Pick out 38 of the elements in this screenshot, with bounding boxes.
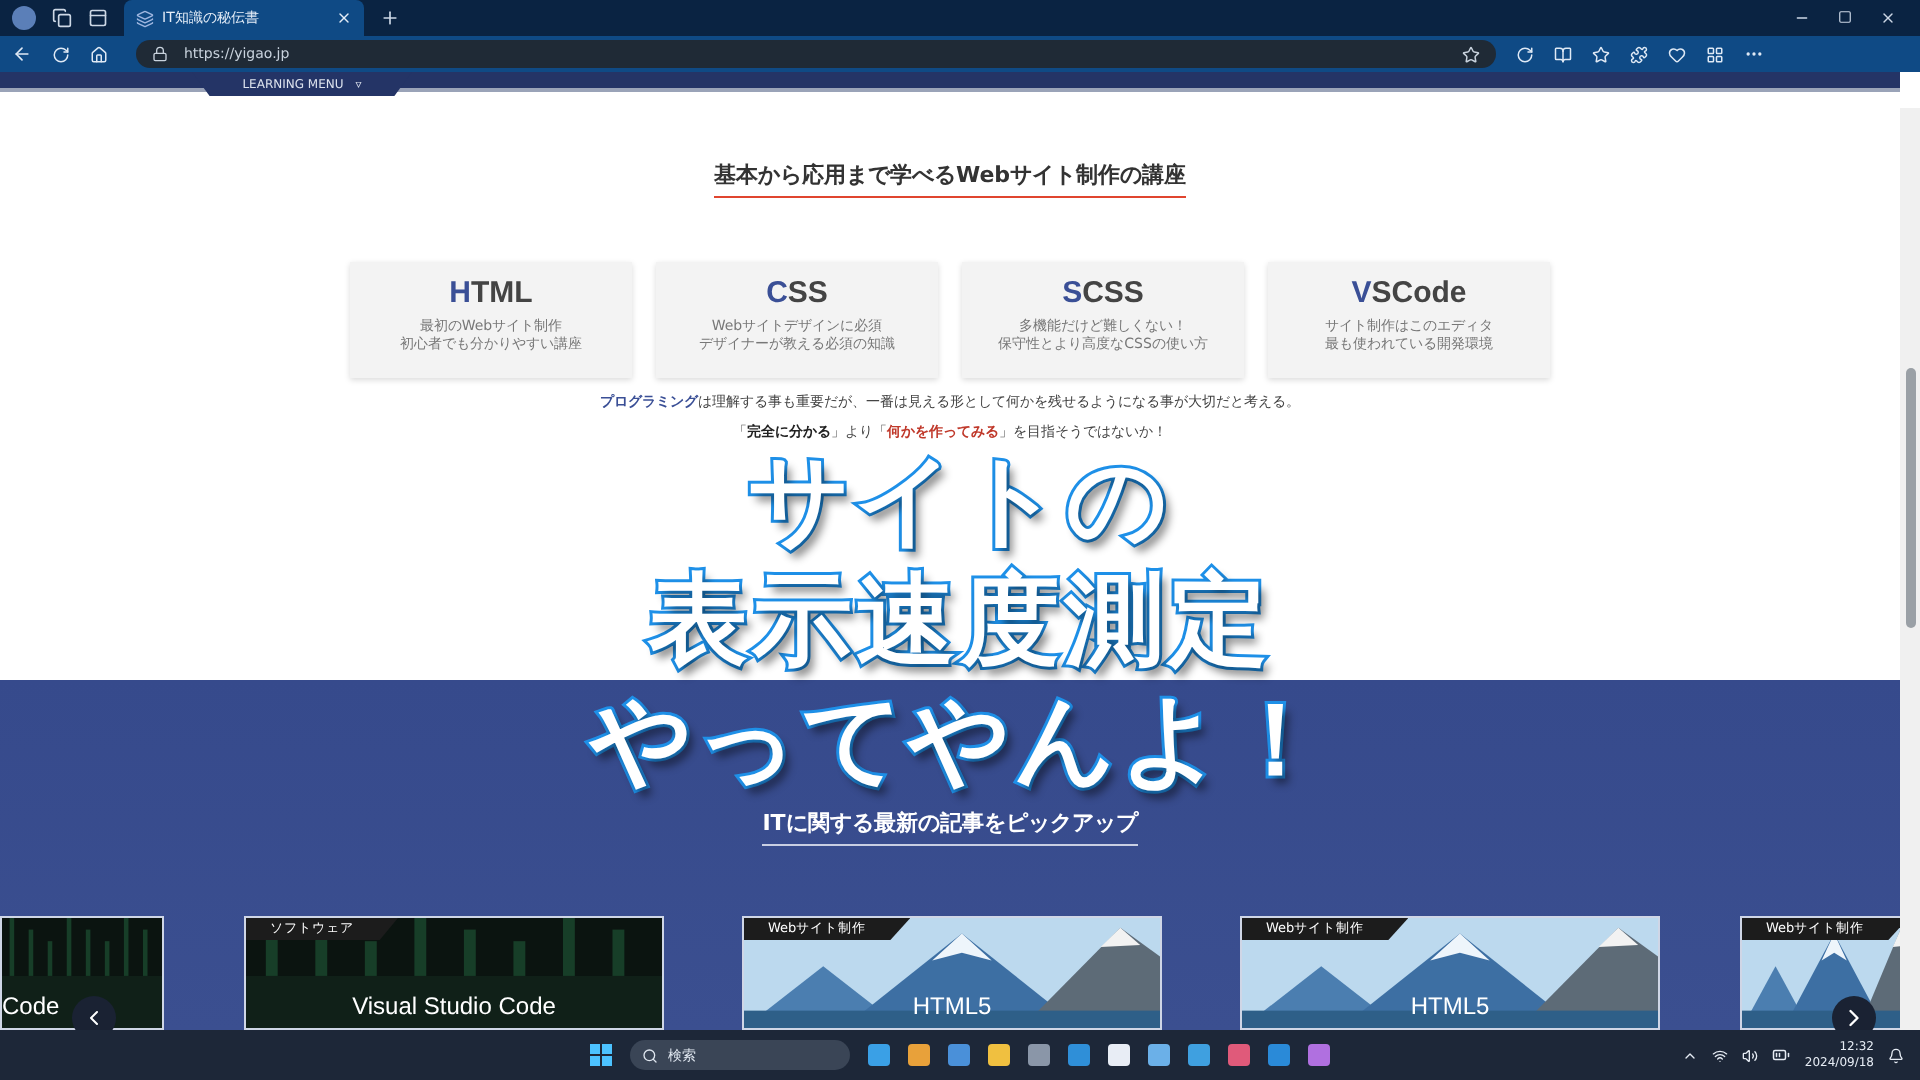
- battery-icon[interactable]: [1772, 1046, 1791, 1064]
- home-icon[interactable]: [90, 45, 108, 63]
- article-title: HTML5: [1408, 992, 1492, 1020]
- scrollbar[interactable]: [1900, 108, 1920, 1030]
- article-title: Code: [2, 992, 60, 1020]
- course-title: SCSS: [1062, 276, 1144, 310]
- section-heading: 基本から応用まで学べるWebサイト制作の講座: [713, 160, 1187, 198]
- article-title: Visual Studio Code: [350, 992, 558, 1020]
- health-icon[interactable]: [1668, 45, 1686, 63]
- course-title: VSCode: [1351, 276, 1467, 310]
- new-tab-icon[interactable]: [380, 8, 400, 28]
- start-icon[interactable]: [590, 1044, 612, 1066]
- tab-actions-icon[interactable]: [88, 8, 108, 28]
- extensions-icon[interactable]: [1630, 45, 1648, 63]
- profile-avatar[interactable]: [12, 6, 36, 30]
- favorites-icon[interactable]: [1592, 45, 1610, 63]
- site-icon: [136, 9, 154, 27]
- maximize-icon[interactable]: [1838, 10, 1852, 24]
- collections-icon[interactable]: [1706, 45, 1724, 63]
- refresh-icon[interactable]: [52, 45, 70, 63]
- favorite-icon[interactable]: [1462, 45, 1480, 63]
- section-heading: ITに関する最新の記事をピックアップ: [762, 808, 1138, 846]
- workspaces-icon[interactable]: [52, 8, 72, 28]
- course-title: HTML: [449, 276, 533, 310]
- wifi-icon[interactable]: [1712, 1047, 1729, 1063]
- volume-icon[interactable]: [1742, 1047, 1759, 1063]
- course-title: CSS: [766, 276, 828, 310]
- search-icon: [642, 1047, 658, 1063]
- caption-text: やってやんよ！: [587, 680, 1332, 800]
- sync-icon[interactable]: [1516, 45, 1534, 63]
- close-icon[interactable]: [1880, 10, 1896, 26]
- close-tab-icon[interactable]: [336, 10, 352, 26]
- back-icon[interactable]: [12, 44, 32, 64]
- lock-icon: [152, 46, 168, 62]
- notifications-icon[interactable]: [1888, 1047, 1904, 1063]
- article-title: HTML5: [910, 992, 994, 1020]
- split-view-icon[interactable]: [1554, 45, 1572, 63]
- article-card[interactable]: Code: [0, 916, 164, 1030]
